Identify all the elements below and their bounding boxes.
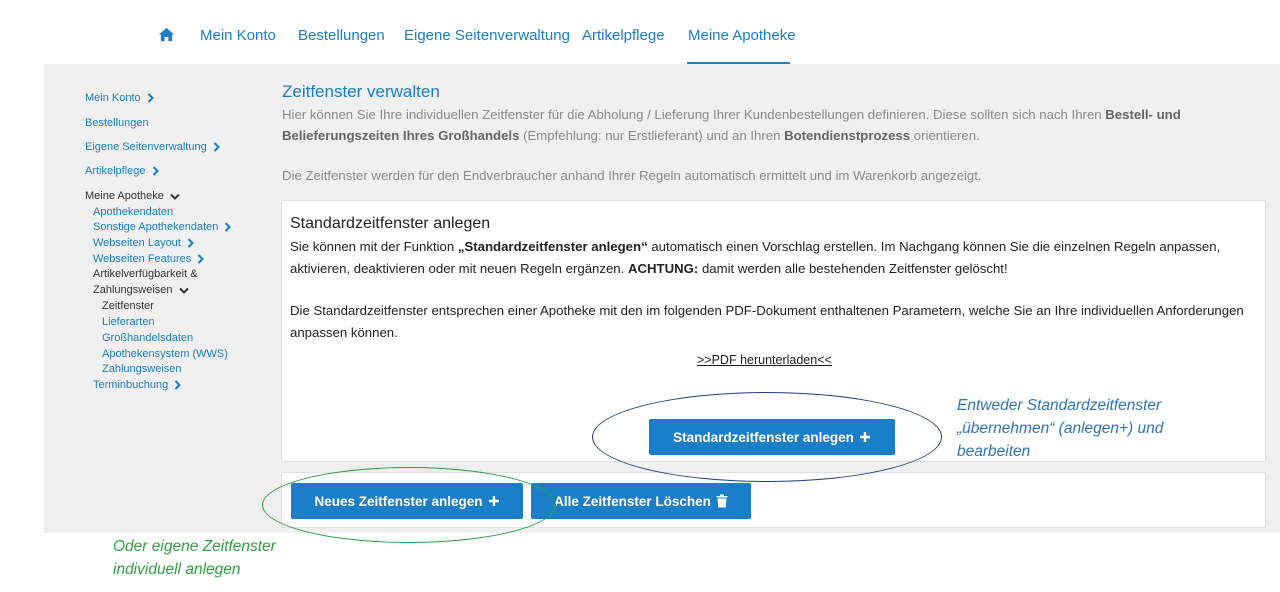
- sidebar-item-label: Artikelpflege: [85, 165, 146, 177]
- chevron-down-icon: [178, 287, 189, 294]
- nav-bestellungen[interactable]: Bestellungen: [298, 27, 385, 44]
- card-title: Standardzeitfenster anlegen: [290, 215, 491, 232]
- sidebar-item-sonstige[interactable]: Sonstige Apothekendaten: [93, 221, 232, 233]
- chevron-right-icon: [152, 166, 159, 176]
- intro-text: Hier können Sie Ihre individuellen Zeitf…: [282, 107, 1181, 143]
- sidebar-item-label: Webseiten Features: [93, 253, 192, 265]
- sidebar-item-verfuegbarkeit-line2[interactable]: Zahlungsweisen: [93, 284, 189, 296]
- sidebar-item-layout[interactable]: Webseiten Layout: [93, 237, 194, 249]
- sidebar-item-bestellungen[interactable]: Bestellungen: [85, 117, 149, 129]
- sidebar-item-wws[interactable]: Apothekensystem (WWS): [102, 348, 228, 360]
- alle-loeschen-button[interactable]: Alle Zeitfenster Löschen: [531, 483, 751, 519]
- sidebar-item-label: Mein Konto: [85, 92, 141, 104]
- sidebar-item-mein-konto[interactable]: Mein Konto: [85, 92, 154, 104]
- sidebar-item-label: Sonstige Apothekendaten: [93, 221, 219, 233]
- chevron-right-icon: [175, 380, 182, 390]
- sidebar-item-verfuegbarkeit[interactable]: Artikelverfügbarkeit &: [93, 268, 198, 280]
- sidebar-item-lieferarten[interactable]: Lieferarten: [102, 316, 155, 328]
- home-icon[interactable]: [158, 26, 175, 43]
- nav-artikelpflege[interactable]: Artikelpflege: [582, 27, 665, 44]
- sidebar-item-grosshandel[interactable]: Großhandelsdaten: [102, 332, 193, 344]
- chevron-right-icon: [213, 142, 220, 152]
- chevron-right-icon: [187, 238, 194, 248]
- nav-meine-apotheke[interactable]: Meine Apotheke: [688, 27, 796, 44]
- nav-seitenverwaltung[interactable]: Eigene Seitenverwaltung: [404, 27, 570, 44]
- sidebar-item-terminbuchung[interactable]: Terminbuchung: [93, 379, 182, 391]
- nav-mein-konto[interactable]: Mein Konto: [200, 27, 276, 44]
- annotation-standard: Entweder Standardzeitfenster „übernehmen…: [957, 397, 1164, 460]
- top-navigation: Mein Konto Bestellungen Eigene Seitenver…: [0, 0, 1280, 64]
- annotation-ellipse-blue: [592, 392, 942, 482]
- sidebar-item-zeitfenster[interactable]: Zeitfenster: [102, 300, 154, 312]
- sidebar-item-label: Eigene Seitenverwaltung: [85, 141, 207, 153]
- sidebar-item-label: Webseiten Layout: [93, 237, 181, 249]
- chevron-down-icon: [170, 193, 180, 200]
- card-paragraph-1: Sie können mit der Funktion „Standardzei…: [290, 239, 1221, 276]
- page-title: Zeitfenster verwalten: [282, 82, 440, 101]
- sidebar-item-label: Terminbuchung: [93, 379, 169, 391]
- pdf-download-link[interactable]: >>PDF herunterladen<<: [697, 353, 832, 367]
- chevron-right-icon: [198, 254, 205, 264]
- sidebar-item-seitenverwaltung[interactable]: Eigene Seitenverwaltung: [85, 141, 220, 153]
- chevron-right-icon: [225, 222, 232, 232]
- sidebar-item-label: Meine Apotheke: [85, 190, 164, 202]
- sidebar-item-zahlungsweisen[interactable]: Zahlungsweisen: [102, 363, 182, 375]
- intro-text-2: Die Zeitfenster werden für den Endverbra…: [282, 168, 982, 183]
- sidebar-item-apothekendaten[interactable]: Apothekendaten: [93, 206, 173, 218]
- sidebar-item-features[interactable]: Webseiten Features: [93, 253, 205, 265]
- chevron-right-icon: [147, 93, 154, 103]
- annotation-ellipse-green: [262, 467, 556, 543]
- annotation-individuell: Oder eigene Zeitfenster individuell anle…: [113, 538, 276, 578]
- sidebar-item-label: Zahlungsweisen: [93, 284, 173, 296]
- sidebar-item-meine-apotheke[interactable]: Meine Apotheke: [85, 190, 180, 202]
- card-paragraph-2: Die Standardzeitfenster entsprechen eine…: [290, 303, 1244, 340]
- trash-icon: [716, 494, 728, 508]
- sidebar-item-artikelpflege[interactable]: Artikelpflege: [85, 165, 159, 177]
